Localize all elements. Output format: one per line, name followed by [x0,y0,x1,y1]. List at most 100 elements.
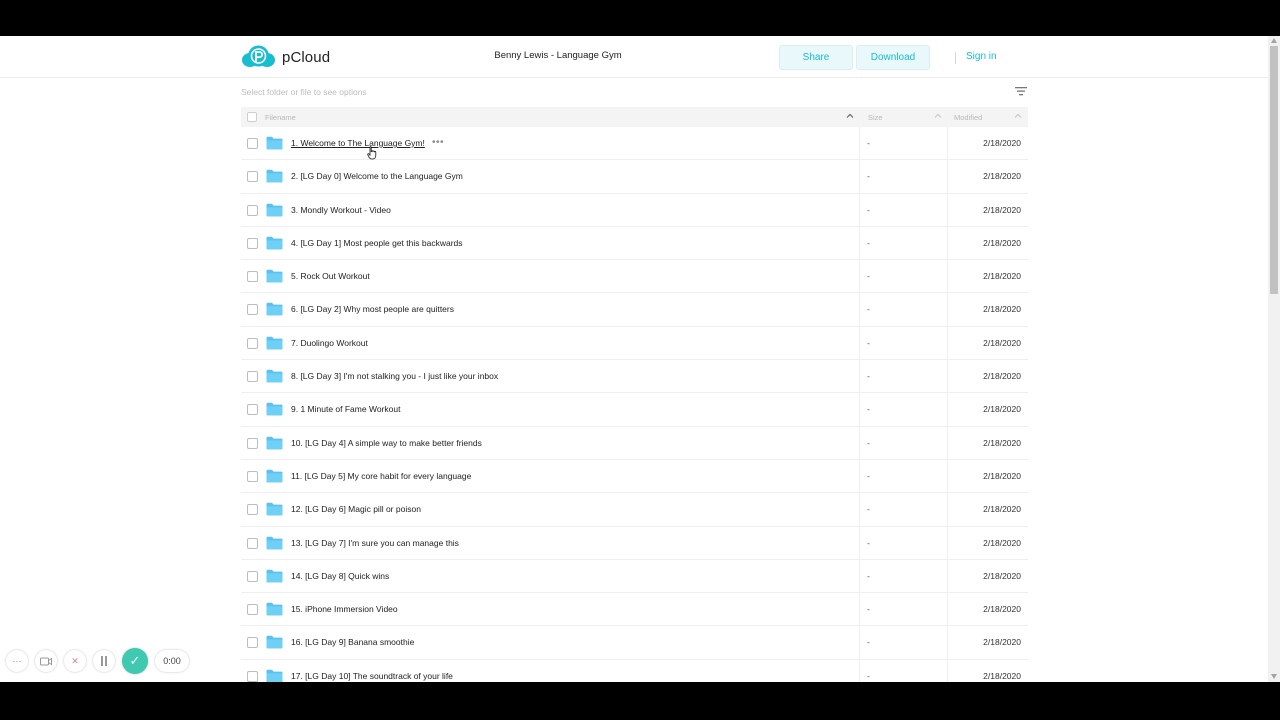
scroll-down-arrow-icon[interactable] [1271,674,1277,679]
row-checkbox[interactable] [247,138,258,149]
modified-date: 2/18/2020 [983,304,1021,315]
column-divider [947,626,948,659]
file-name-link[interactable]: 12. [LG Day 6] Magic pill or poison [291,504,421,514]
table-row[interactable]: 11. [LG Day 5] My core habit for every l… [241,459,1028,494]
modified-date: 2/18/2020 [983,604,1021,615]
browser-viewport: pCloud Benny Lewis - Language Gym Share … [0,36,1280,682]
table-row[interactable]: 3. Mondly Workout - Video - 2/18/2020 [241,193,1028,227]
select-all-checkbox[interactable] [247,112,257,122]
file-name-link[interactable]: 8. [LG Day 3] I'm not stalking you - I j… [291,371,498,381]
table-row[interactable]: 10. [LG Day 4] A simple way to make bett… [241,426,1028,460]
column-divider [859,293,860,326]
column-header-modified[interactable]: Modified [954,113,982,122]
modified-date: 2/18/2020 [983,138,1021,148]
row-checkbox[interactable] [247,570,258,582]
top-header: pCloud Benny Lewis - Language Gym Share … [0,36,1268,78]
row-checkbox[interactable] [247,470,258,482]
file-name-link[interactable]: 15. iPhone Immersion Video [291,604,398,614]
modified-date: 2/18/2020 [983,537,1021,548]
column-divider [947,526,948,559]
table-row[interactable]: 13. [LG Day 7] I'm sure you can manage t… [241,526,1028,560]
sort-icon[interactable] [1014,85,1028,97]
scroll-up-arrow-icon[interactable] [1271,38,1277,43]
folder-title: Benny Lewis - Language Gym [494,50,622,61]
table-row[interactable]: 8. [LG Day 3] I'm not stalking you - I j… [241,360,1028,394]
mouse-cursor-hand-icon [367,146,377,160]
table-row[interactable]: 15. iPhone Immersion Video - 2/18/2020 [241,593,1028,627]
modified-date: 2/18/2020 [983,637,1021,648]
column-divider [947,559,948,593]
row-checkbox[interactable] [247,204,258,216]
table-row[interactable]: 16. [LG Day 9] Banana smoothie - 2/18/2020 [241,626,1028,660]
sort-caret-icon[interactable] [934,112,942,120]
row-checkbox[interactable] [247,437,258,449]
file-name-link[interactable]: 11. [LG Day 5] My core habit for every l… [291,471,471,481]
row-checkbox[interactable] [247,670,258,682]
column-divider [947,493,948,526]
folder-icon [266,536,283,549]
column-divider [859,360,860,393]
camera-icon[interactable] [35,650,57,672]
row-checkbox[interactable] [247,304,258,316]
more-options-icon[interactable]: ••• [432,137,444,148]
file-name-link[interactable]: 17. [LG Day 10] The soundtrack of your l… [291,671,453,681]
check-icon[interactable]: ✓ [122,648,148,674]
pcloud-logo[interactable]: pCloud [241,45,330,69]
folder-icon [266,336,283,350]
row-checkbox[interactable] [247,237,258,249]
table-row[interactable]: 5. Rock Out Workout - 2/18/2020 [241,260,1028,294]
table-row[interactable]: 7. Duolingo Workout - 2/18/2020 [241,326,1028,361]
row-checkbox[interactable] [247,271,258,283]
file-name-link[interactable]: 5. Rock Out Workout [291,271,370,281]
row-checkbox[interactable] [247,637,258,649]
row-checkbox[interactable] [247,504,258,516]
file-name-link[interactable]: 14. [LG Day 8] Quick wins [291,571,389,581]
file-name-link[interactable]: 16. [LG Day 9] Banana smoothie [291,637,414,647]
download-button[interactable]: Download [856,45,930,70]
file-name-link[interactable]: 10. [LG Day 4] A simple way to make bett… [291,438,482,448]
table-row[interactable]: 6. [LG Day 2] Why most people are quitte… [241,293,1028,327]
page-scrollbar[interactable] [1268,36,1280,682]
table-row[interactable]: 2. [LG Day 0] Welcome to the Language Gy… [241,160,1028,194]
file-name-link[interactable]: 1. Welcome to The Language Gym! [291,138,425,148]
pause-icon[interactable] [93,650,115,672]
share-button[interactable]: Share [779,45,853,70]
column-divider [947,459,948,493]
column-header-size[interactable]: Size [868,113,883,122]
column-header-filename[interactable]: Filename [265,113,296,122]
file-name-link[interactable]: 4. [LG Day 1] Most people get this backw… [291,238,463,248]
ellipsis-icon[interactable]: ··· [6,650,28,672]
file-name-link[interactable]: 7. Duolingo Workout [291,338,368,348]
row-checkbox[interactable] [247,604,258,616]
sort-asc-icon[interactable] [846,112,854,120]
close-icon[interactable]: ✕ [64,650,86,672]
table-row[interactable]: 12. [LG Day 6] Magic pill or poison - 2/18… [241,493,1028,527]
modified-date: 2/18/2020 [983,171,1021,182]
file-size: - [867,504,870,515]
scrollbar-thumb[interactable] [1270,46,1278,294]
table-row[interactable]: 9. 1 Minute of Fame Workout - 2/18/2020 [241,393,1028,427]
file-size: - [867,204,870,215]
file-name-link[interactable]: 13. [LG Day 7] I'm sure you can manage t… [291,538,459,548]
sort-caret-icon[interactable] [1014,112,1022,120]
file-name-link[interactable]: 9. 1 Minute of Fame Workout [291,404,400,414]
column-divider [947,393,948,426]
table-row[interactable]: 1. Welcome to The Language Gym! ••• - 2/18/… [241,127,1028,161]
table-row[interactable]: 17. [LG Day 10] The soundtrack of your l… [241,659,1028,682]
column-divider [859,326,860,360]
sign-in-link[interactable]: Sign in [966,51,997,62]
row-checkbox[interactable] [247,371,258,383]
folder-icon [266,170,283,183]
column-divider [859,459,860,493]
row-checkbox[interactable] [247,404,258,416]
row-checkbox[interactable] [247,171,258,183]
table-row[interactable]: 14. [LG Day 8] Quick wins - 2/18/2020 [241,559,1028,594]
file-name-link[interactable]: 2. [LG Day 0] Welcome to the Language Gy… [291,171,463,181]
file-name-link[interactable]: 3. Mondly Workout - Video [291,205,391,215]
column-divider [859,226,860,260]
table-row[interactable]: 4. [LG Day 1] Most people get this backw… [241,226,1028,261]
row-checkbox[interactable] [247,537,258,549]
file-name-link[interactable]: 6. [LG Day 2] Why most people are quitte… [291,304,454,314]
row-checkbox[interactable] [247,337,258,349]
letterbox-bottom [0,682,1280,720]
